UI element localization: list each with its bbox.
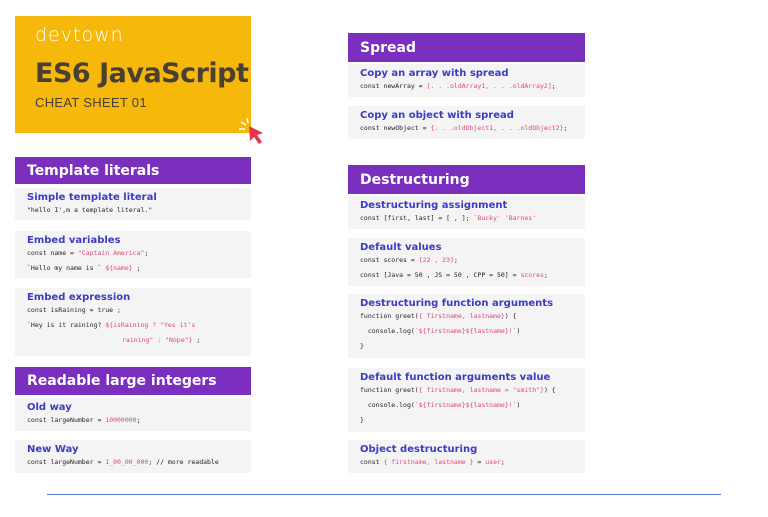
code-line: const [Java = 50 , JS = 50 , CPP = 50] =… <box>360 271 548 279</box>
card-old-way: Old way const largeNumber = 10000000; <box>15 398 251 431</box>
card-destructuring-assignment: Destructuring assignment const [first, l… <box>348 196 585 229</box>
card-title: Destructuring assignment <box>360 200 508 211</box>
card-title: Copy an array with spread <box>360 68 509 79</box>
cursor-click-icon <box>239 117 263 144</box>
section-header-spread: Spread <box>348 33 585 62</box>
card-simple-template: Simple template literal "hello I',m a te… <box>15 188 251 220</box>
card-title: Default values <box>360 242 442 253</box>
hero-banner: devtown ES6 JavaScript CHEAT SHEET 01 <box>15 16 263 144</box>
card-destructuring-function-args: Destructuring function arguments functio… <box>348 294 585 358</box>
brand-logo: devtown <box>35 24 124 46</box>
code-line: } <box>360 416 364 424</box>
card-title: Embed variables <box>27 235 121 246</box>
code-line: const name = "Captain America"; <box>27 249 149 257</box>
section-header-readable-integers: Readable large integers <box>15 367 251 395</box>
card-title: Embed expression <box>27 292 131 303</box>
section-header-destructuring: Destructuring <box>348 165 585 194</box>
code-line: raining" : "Nope"} ; <box>122 336 201 344</box>
card-default-values: Default values const scores = [22 , 23];… <box>348 238 585 286</box>
card-title: Copy an object with spread <box>360 110 514 121</box>
code-line: const newObject = {. . .oldObject1, . . … <box>360 124 568 132</box>
page-title: ES6 JavaScript <box>35 58 249 89</box>
code-line: const isRaining = true ; <box>27 306 121 314</box>
card-title: Object destructuring <box>360 444 478 455</box>
card-copy-object: Copy an object with spread const newObje… <box>348 106 585 139</box>
code-line: const largeNumber = 10000000; <box>27 416 141 424</box>
card-title: New Way <box>27 444 79 455</box>
card-new-way: New Way const largeNumber = 1_00_00_000;… <box>15 440 251 473</box>
card-embed-variables: Embed variables const name = "Captain Am… <box>15 231 251 278</box>
code-line: } <box>360 342 364 350</box>
card-title: Simple template literal <box>27 192 157 203</box>
code-line: const newArray = [. . .oldArray1, . . .o… <box>360 82 556 90</box>
card-embed-expression: Embed expression const isRaining = true … <box>15 288 251 356</box>
code-line: const [first, last] = [ , ]; `Bucky' 'Ba… <box>360 214 537 222</box>
code-line: console.log(`${firstname}${lastname}!`) <box>360 401 521 409</box>
page-subtitle: CHEAT SHEET 01 <box>35 95 147 110</box>
section-header-template-literals: Template literals <box>15 157 251 184</box>
code-line: "hello I',m a template literal." <box>27 206 153 214</box>
card-default-function-args: Default function arguments value functio… <box>348 368 585 432</box>
code-line: const { firstname, lastname } = user; <box>360 458 505 466</box>
card-title: Destructuring function arguments <box>360 298 554 309</box>
code-line: function greet({ firstname, lastname}) { <box>360 312 517 320</box>
code-line: `Hello my name is ` ${name} ; <box>27 264 141 272</box>
code-line: console.log(`${firstname}${lastname}!`) <box>360 327 521 335</box>
card-title: Default function arguments value <box>360 372 551 383</box>
bottom-divider <box>47 494 721 495</box>
code-line: `Hey is it raining? ${isRaining ? "Yes i… <box>27 321 196 329</box>
card-object-destructuring: Object destructuring const { firstname, … <box>348 440 585 473</box>
card-title: Old way <box>27 402 72 413</box>
code-line: const scores = [22 , 23]; <box>360 256 458 264</box>
code-line: function greet({ firstname, lastname = "… <box>360 386 556 394</box>
card-copy-array: Copy an array with spread const newArray… <box>348 64 585 97</box>
code-line: const largeNumber = 1_00_00_000; // more… <box>27 458 219 466</box>
